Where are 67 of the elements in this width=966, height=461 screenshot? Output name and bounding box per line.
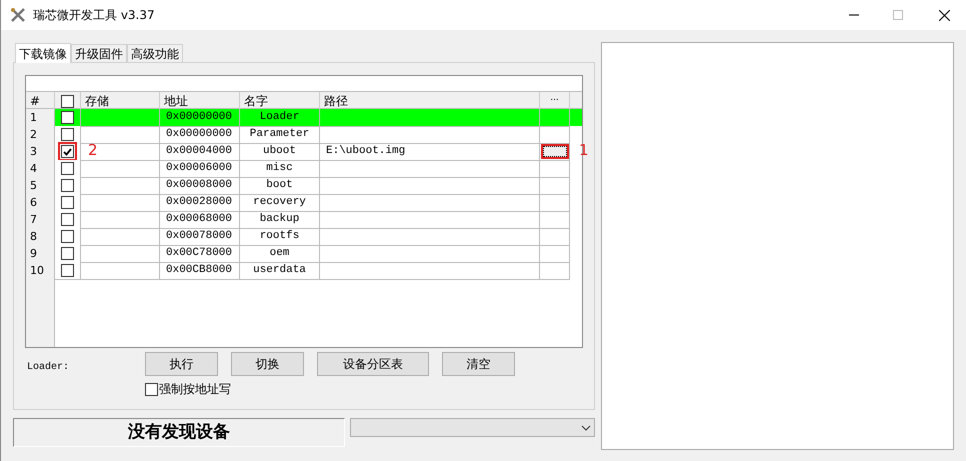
- annotation-number: 1: [579, 142, 589, 159]
- table-cell: 0x00004000: [160, 143, 240, 161]
- table-cell: 0x00068000: [160, 211, 240, 229]
- action-button[interactable]: 切换: [231, 352, 304, 376]
- tools-icon: [10, 7, 26, 23]
- check-icon: [63, 148, 72, 156]
- checkbox[interactable]: [61, 162, 74, 175]
- row-number: 8: [26, 228, 55, 246]
- chevron-down-icon: [581, 424, 591, 430]
- checkbox[interactable]: [61, 179, 74, 192]
- table-cell: [540, 228, 570, 246]
- table-cell: backup: [240, 211, 320, 229]
- table-cell: 0x00008000: [160, 177, 240, 195]
- table-cell: 0x00CB8000: [160, 262, 240, 280]
- table-cell: [540, 194, 570, 212]
- checkbox[interactable]: [61, 247, 74, 260]
- checkbox[interactable]: [61, 196, 74, 209]
- action-button[interactable]: 执行: [145, 352, 218, 376]
- table-cell: userdata: [240, 262, 320, 280]
- window-title: 瑞芯微开发工具 v3.37: [33, 7, 155, 24]
- tab[interactable]: 下载镜像: [15, 43, 71, 63]
- action-button[interactable]: 设备分区表: [317, 352, 429, 376]
- table-cell: oem: [240, 245, 320, 263]
- row-number: 9: [26, 245, 55, 263]
- checkbox[interactable]: [61, 94, 74, 108]
- table-cell: 0x00006000: [160, 160, 240, 178]
- checkbox[interactable]: [145, 382, 158, 396]
- tab[interactable]: 高级功能: [127, 44, 183, 62]
- checkbox[interactable]: [61, 111, 74, 124]
- checkbox[interactable]: [61, 264, 74, 277]
- close-icon[interactable]: [939, 10, 950, 20]
- table-cell: recovery: [240, 194, 320, 212]
- row-number: 4: [26, 160, 55, 178]
- table-cell: misc: [240, 160, 320, 178]
- row-number: 6: [26, 194, 55, 212]
- loader-label: Loader:: [27, 360, 70, 375]
- table-cell: 0x00028000: [160, 194, 240, 212]
- table-cell: E:\uboot.img: [320, 143, 540, 161]
- row-number: 7: [26, 211, 55, 229]
- table-cell: 0x00000000: [160, 126, 240, 144]
- table-cell: [540, 109, 570, 127]
- table-cell: [540, 177, 570, 195]
- row-number: 1: [26, 109, 55, 127]
- table-cell: Loader: [240, 109, 320, 127]
- table-cell: rootfs: [240, 228, 320, 246]
- checkbox[interactable]: [61, 213, 74, 226]
- checkbox[interactable]: [61, 230, 74, 243]
- table-cell: [540, 211, 570, 229]
- action-button[interactable]: 清空: [442, 352, 515, 376]
- table-cell: [540, 245, 570, 263]
- table-cell: [540, 262, 570, 280]
- table-cell: Parameter: [240, 126, 320, 144]
- row-number: 5: [26, 177, 55, 195]
- annotation-number: 2: [88, 142, 98, 159]
- table-cell: boot: [240, 177, 320, 195]
- table-cell: 0x00000000: [160, 109, 240, 127]
- table-cell: 0x00078000: [160, 228, 240, 246]
- table-cell: 0x00C78000: [160, 245, 240, 263]
- checkbox[interactable]: [61, 145, 74, 158]
- tab[interactable]: 升级固件: [71, 44, 127, 62]
- row-number: 3: [26, 143, 55, 161]
- row-number: 2: [26, 126, 55, 144]
- row-number: 10: [26, 262, 55, 280]
- checkbox-label: 强制按地址写: [159, 381, 231, 398]
- status-text: 没有发现设备: [128, 420, 230, 444]
- table-cell: uboot: [240, 143, 320, 161]
- checkbox[interactable]: [61, 128, 74, 141]
